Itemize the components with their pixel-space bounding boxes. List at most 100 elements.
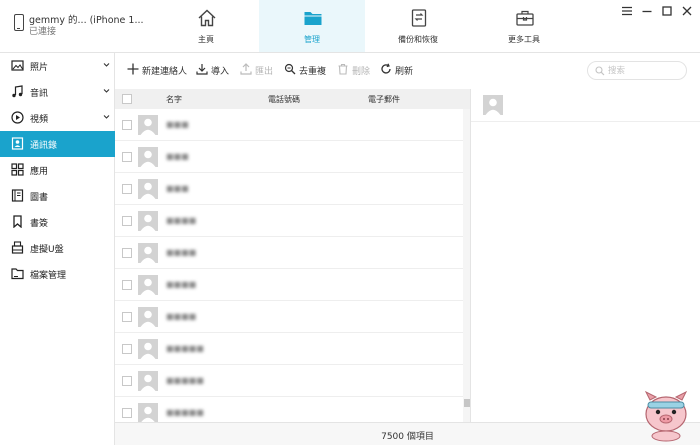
sidebar-item-label: 虛擬U盤 [30, 245, 64, 255]
table-row[interactable]: ■■■ [115, 109, 463, 141]
table-header: 名字 電話號碼 電子郵件 [115, 89, 470, 109]
dedupe-button[interactable]: 去重複 [284, 62, 326, 78]
avatar [138, 147, 158, 167]
tab-backup-label: 備份和恢復 [398, 35, 438, 44]
table-row[interactable]: ■■■■■ [115, 365, 463, 397]
delete-button[interactable]: 刪除 [337, 62, 371, 78]
row-checkbox[interactable] [122, 280, 132, 290]
tab-backup-restore[interactable]: 備份和恢復 [365, 0, 471, 52]
contact-name: ■■■■ [166, 216, 197, 225]
search-box[interactable] [587, 61, 687, 80]
sidebar-item-apps[interactable]: 應用 [0, 157, 115, 183]
tab-manage[interactable]: 管理 [259, 0, 365, 52]
delete-label: 刪除 [352, 67, 371, 77]
folder-icon [304, 12, 322, 25]
row-checkbox[interactable] [122, 376, 132, 386]
contact-detail-panel [471, 89, 700, 422]
chevron-down-icon[interactable] [103, 62, 110, 68]
row-checkbox[interactable] [122, 248, 132, 258]
import-button[interactable]: 導入 [196, 62, 230, 78]
avatar [138, 211, 158, 231]
column-header-name[interactable]: 名字 [166, 94, 182, 105]
new-contact-button[interactable]: 新建連絡人 [127, 62, 197, 78]
tab-more-tools[interactable]: 更多工具 [471, 0, 577, 52]
chevron-down-icon[interactable] [103, 114, 110, 120]
book-icon [11, 189, 24, 202]
contact-name: ■■■■■ [166, 344, 204, 353]
minimize-icon [642, 10, 652, 13]
table-row[interactable]: ■■■■ [115, 269, 463, 301]
export-button[interactable]: 匯出 [240, 62, 274, 78]
sidebar-item-contacts[interactable]: 通訊錄 [0, 131, 115, 157]
detail-avatar [483, 95, 503, 115]
sidebar-item-video[interactable]: 視頻 [0, 105, 115, 131]
table-row[interactable]: ■■■■ [115, 205, 463, 237]
person-silhouette-icon [140, 278, 156, 295]
export-icon [240, 63, 252, 75]
minimize-button[interactable] [640, 4, 654, 18]
sidebar-item-label: 音訊 [30, 89, 49, 99]
sidebar-item-label: 書簽 [30, 219, 49, 229]
sidebar-item-books[interactable]: 圖書 [0, 183, 115, 209]
list-scrollbar[interactable] [463, 109, 470, 422]
person-silhouette-icon [485, 98, 501, 115]
menu-button[interactable] [620, 4, 634, 18]
row-checkbox[interactable] [122, 152, 132, 162]
music-note-icon [12, 85, 23, 98]
column-header-phone[interactable]: 電話號碼 [268, 94, 300, 105]
close-button[interactable] [680, 4, 694, 18]
table-row[interactable]: ■■■■■ [115, 333, 463, 365]
row-checkbox[interactable] [122, 312, 132, 322]
person-silhouette-icon [140, 182, 156, 199]
tab-manage-label: 管理 [304, 35, 320, 44]
table-row[interactable]: ■■■■ [115, 237, 463, 269]
avatar [138, 307, 158, 327]
sidebar-item-audio[interactable]: 音訊 [0, 79, 115, 105]
table-row[interactable]: ■■■■■ [115, 397, 463, 422]
contact-name: ■■■■ [166, 312, 197, 321]
search-input[interactable] [608, 64, 682, 77]
sidebar-item-photos[interactable]: 照片 [0, 53, 115, 79]
table-row[interactable]: ■■■ [115, 141, 463, 173]
row-checkbox[interactable] [122, 408, 132, 418]
row-checkbox[interactable] [122, 216, 132, 226]
column-header-email[interactable]: 電子郵件 [368, 94, 400, 105]
avatar [138, 179, 158, 199]
table-row[interactable]: ■■■■ [115, 301, 463, 333]
table-row[interactable]: ■■■ [115, 173, 463, 205]
person-silhouette-icon [140, 310, 156, 327]
usb-drive-icon [11, 241, 24, 254]
sidebar-item-usb-drive[interactable]: 虛擬U盤 [0, 235, 115, 261]
row-checkbox[interactable] [122, 344, 132, 354]
backup-restore-icon [411, 9, 427, 27]
plus-icon [127, 63, 139, 75]
home-icon [198, 9, 216, 27]
avatar [138, 275, 158, 295]
maximize-button[interactable] [660, 4, 674, 18]
person-silhouette-icon [140, 214, 156, 231]
scrollbar-thumb[interactable] [464, 399, 470, 407]
menu-icon [622, 6, 632, 16]
import-icon [196, 64, 208, 75]
sidebar-item-label: 照片 [30, 63, 49, 73]
contact-name: ■■■ [166, 120, 189, 129]
new-contact-label: 新建連絡人 [142, 67, 188, 77]
sidebar-item-label: 通訊錄 [30, 141, 58, 151]
contact-name: ■■■ [166, 152, 189, 161]
chevron-down-icon[interactable] [103, 88, 110, 94]
refresh-button[interactable]: 刷新 [380, 62, 414, 78]
dedupe-label: 去重複 [299, 67, 327, 77]
sidebar-item-file-manager[interactable]: 檔案管理 [0, 261, 115, 287]
import-label: 導入 [211, 67, 230, 77]
row-checkbox[interactable] [122, 120, 132, 130]
select-all-checkbox[interactable] [122, 94, 132, 104]
status-bar: 7500 個項目 [115, 422, 700, 445]
sidebar-item-bookmarks[interactable]: 書簽 [0, 209, 115, 235]
toolbox-icon [516, 10, 534, 26]
trash-icon [338, 63, 348, 75]
sidebar-item-label: 應用 [30, 167, 49, 177]
row-checkbox[interactable] [122, 184, 132, 194]
export-label: 匯出 [255, 67, 274, 77]
top-bar: gemmy 的... (iPhone 1... 已連接 主頁 管理 備份和恢復 … [0, 0, 700, 53]
tab-home[interactable]: 主頁 [153, 0, 259, 52]
